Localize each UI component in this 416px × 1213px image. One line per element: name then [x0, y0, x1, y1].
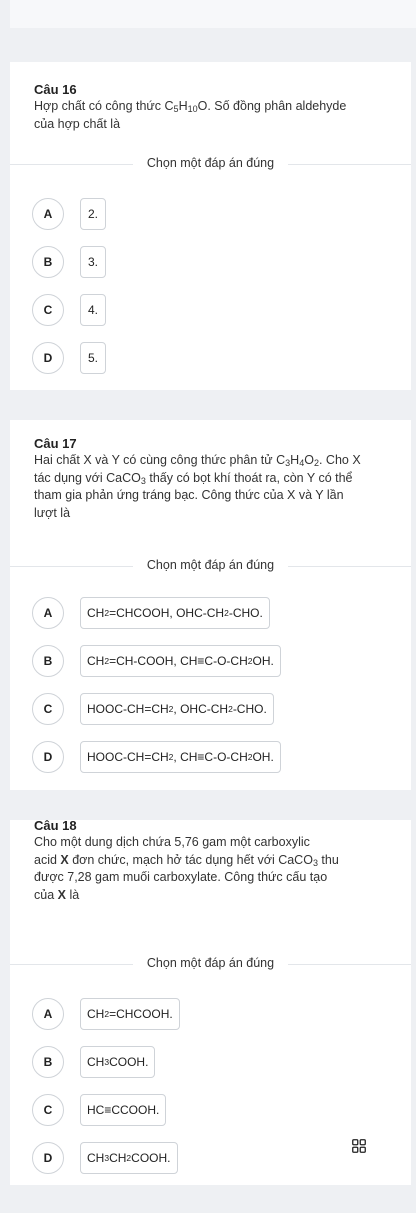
option-b[interactable]: B CH 3 COOH.: [32, 1045, 156, 1079]
option-d[interactable]: D CH 3 CH 2 COOH.: [32, 1141, 178, 1175]
option-letter[interactable]: B: [32, 645, 64, 677]
question-card-16: Câu 16 Hợp chất có công thức C5H10O. Số …: [10, 62, 411, 390]
answer-prompt: Chọn một đáp án đúng: [10, 956, 411, 970]
option-answer[interactable]: 4.: [80, 294, 106, 326]
option-letter[interactable]: A: [32, 198, 64, 230]
option-answer[interactable]: HC≡CCOOH.: [80, 1094, 167, 1126]
option-a[interactable]: A CH 2 =CHCOOH.: [32, 997, 180, 1031]
option-answer[interactable]: 3.: [80, 246, 106, 278]
option-c[interactable]: C 4.: [32, 293, 106, 327]
question-title: Câu 18: [34, 818, 77, 833]
option-b[interactable]: B 3.: [32, 245, 106, 279]
option-letter[interactable]: C: [32, 693, 64, 725]
option-answer[interactable]: CH 2 =CHCOOH, OHC-CH 2 -CHO.: [80, 597, 270, 629]
option-answer[interactable]: 5.: [80, 342, 106, 374]
option-answer[interactable]: HOOC-CH=CH 2, CH≡C-O-CH 2 OH.: [80, 741, 281, 773]
option-letter[interactable]: A: [32, 998, 64, 1030]
option-letter[interactable]: D: [32, 342, 64, 374]
option-letter[interactable]: B: [32, 246, 64, 278]
question-text: Cho một dung dịch chứa 5,76 gam một carb…: [34, 835, 339, 902]
question-card-17: Câu 17 Hai chất X và Y có cùng công thức…: [10, 420, 411, 790]
question-text: Hợp chất có công thức C5H10O. Số đồng ph…: [34, 99, 347, 131]
option-answer[interactable]: HOOC-CH=CH 2, OHC-CH 2 -CHO.: [80, 693, 274, 725]
option-d[interactable]: D 5.: [32, 341, 106, 375]
top-strip: [10, 0, 416, 28]
option-a[interactable]: A CH 2 =CHCOOH, OHC-CH 2 -CHO.: [32, 596, 270, 630]
option-answer[interactable]: 2.: [80, 198, 106, 230]
option-a[interactable]: A 2.: [32, 197, 106, 231]
answer-prompt: Chọn một đáp án đúng: [10, 558, 411, 572]
option-letter[interactable]: D: [32, 1142, 64, 1174]
question-card-18: Câu 18 Cho một dung dịch chứa 5,76 gam m…: [10, 818, 411, 1185]
option-answer[interactable]: CH 2 =CHCOOH.: [80, 998, 180, 1030]
question-title: Câu 16: [34, 82, 77, 97]
option-answer[interactable]: CH 3 CH 2 COOH.: [80, 1142, 178, 1174]
option-d[interactable]: D HOOC-CH=CH 2, CH≡C-O-CH 2 OH.: [32, 740, 281, 774]
option-b[interactable]: B CH 2 =CH-COOH, CH≡C-O-CH 2 OH.: [32, 644, 281, 678]
option-letter[interactable]: A: [32, 597, 64, 629]
option-letter[interactable]: D: [32, 741, 64, 773]
option-c[interactable]: C HC≡CCOOH.: [32, 1093, 167, 1127]
question-title: Câu 17: [34, 436, 77, 451]
grid-icon[interactable]: [352, 1139, 366, 1153]
option-answer[interactable]: CH 2 =CH-COOH, CH≡C-O-CH 2 OH.: [80, 645, 281, 677]
question-text: Hai chất X và Y có cùng công thức phân t…: [34, 453, 361, 520]
answer-prompt: Chọn một đáp án đúng: [10, 156, 411, 170]
option-letter[interactable]: B: [32, 1046, 64, 1078]
option-answer[interactable]: CH 3 COOH.: [80, 1046, 156, 1078]
option-letter[interactable]: C: [32, 294, 64, 326]
option-letter[interactable]: C: [32, 1094, 64, 1126]
option-c[interactable]: C HOOC-CH=CH 2, OHC-CH 2 -CHO.: [32, 692, 274, 726]
